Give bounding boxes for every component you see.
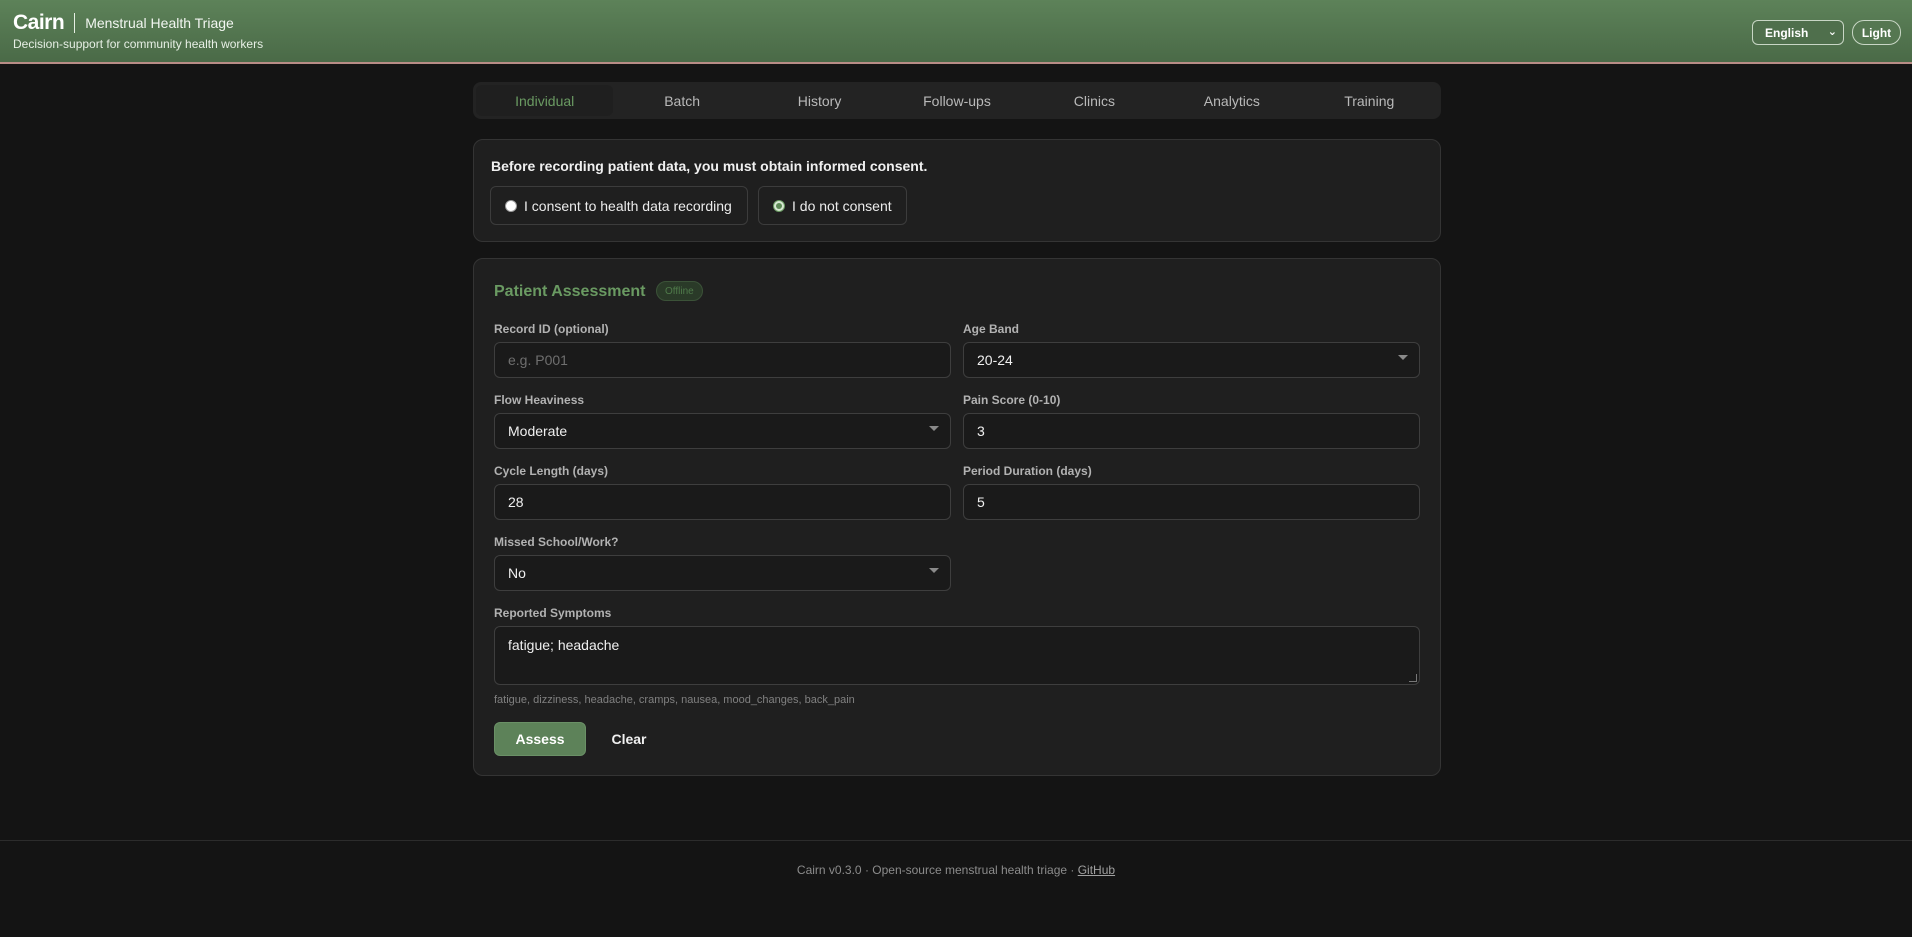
flow-heaviness-label: Flow Heaviness	[494, 393, 585, 407]
age-band-value: 20-24	[977, 352, 1013, 368]
github-link[interactable]: GitHub	[1078, 863, 1115, 877]
period-duration-label: Period Duration (days)	[963, 464, 1092, 478]
tab-history[interactable]: History	[751, 85, 888, 116]
flow-heaviness-select[interactable]: Moderate	[494, 413, 951, 449]
consent-prompt: Before recording patient data, you must …	[491, 158, 928, 174]
clear-button[interactable]: Clear	[594, 722, 664, 756]
patient-assessment-card: Patient Assessment Offline Record ID (op…	[473, 258, 1441, 776]
period-duration-input[interactable]: 5	[963, 484, 1420, 520]
tab-batch[interactable]: Batch	[613, 85, 750, 116]
chevron-down-icon: ⌄	[1827, 26, 1837, 38]
symptoms-textarea[interactable]: fatigue; headache	[494, 626, 1420, 685]
consent-yes-option[interactable]: I consent to health data recording	[490, 186, 748, 225]
brand-divider	[74, 13, 76, 33]
language-select[interactable]: English ⌄	[1752, 20, 1844, 45]
symptoms-label: Reported Symptoms	[494, 606, 612, 620]
footer-text: Cairn v0.3.0 · Open-source menstrual hea…	[796, 863, 1078, 877]
consent-card: Before recording patient data, you must …	[473, 139, 1441, 242]
consent-no-radio[interactable]	[773, 199, 785, 212]
tab-training[interactable]: Training	[1301, 85, 1438, 116]
pain-score-label: Pain Score (0-10)	[963, 393, 1061, 407]
age-band-label: Age Band	[963, 322, 1020, 336]
brand-row: Cairn Menstrual Health Triage	[13, 11, 234, 35]
resize-handle-icon[interactable]	[1409, 674, 1417, 682]
cycle-length-label: Cycle Length (days)	[494, 464, 609, 478]
caret-down-icon	[929, 426, 939, 431]
main-tabs: Individual Batch History Follow-ups Clin…	[473, 82, 1441, 119]
app-header: Cairn Menstrual Health Triage Decision-s…	[0, 0, 1912, 64]
missed-school-label: Missed School/Work?	[494, 535, 619, 549]
tab-individual[interactable]: Individual	[476, 85, 614, 116]
age-band-select[interactable]: 20-24	[963, 342, 1420, 378]
tab-clinics[interactable]: Clinics	[1026, 85, 1163, 116]
theme-toggle-button[interactable]: Light	[1852, 20, 1901, 45]
missed-school-select[interactable]: No	[494, 555, 951, 591]
missed-school-value: No	[508, 565, 526, 581]
cycle-length-input[interactable]: 28	[494, 484, 951, 520]
record-id-label: Record ID (optional)	[494, 322, 609, 336]
record-id-input[interactable]: e.g. P001	[494, 342, 951, 378]
caret-down-icon	[929, 568, 939, 573]
consent-yes-radio[interactable]	[505, 199, 517, 212]
consent-no-label: I do not consent	[792, 197, 892, 214]
assess-button[interactable]: Assess	[494, 722, 586, 756]
consent-yes-label: I consent to health data recording	[524, 197, 732, 214]
consent-no-option[interactable]: I do not consent	[758, 186, 907, 225]
status-badge: Offline	[656, 281, 703, 301]
flow-heaviness-value: Moderate	[508, 423, 568, 439]
brand-logo[interactable]: Cairn	[13, 11, 65, 35]
pain-score-input[interactable]: 3	[963, 413, 1420, 449]
symptoms-hint: fatigue, dizziness, headache, cramps, na…	[494, 694, 855, 706]
language-select-value: English	[1765, 25, 1809, 40]
tab-follow-ups[interactable]: Follow-ups	[888, 85, 1025, 116]
caret-down-icon	[1398, 355, 1408, 360]
symptoms-value: fatigue; headache	[508, 637, 620, 653]
footer: Cairn v0.3.0 · Open-source menstrual hea…	[0, 863, 1912, 877]
section-title: Patient Assessment	[494, 283, 646, 300]
footer-divider	[0, 840, 1912, 841]
app-title: Menstrual Health Triage	[85, 15, 234, 31]
app-tagline: Decision-support for community health wo…	[13, 37, 264, 51]
tab-analytics[interactable]: Analytics	[1163, 85, 1300, 116]
